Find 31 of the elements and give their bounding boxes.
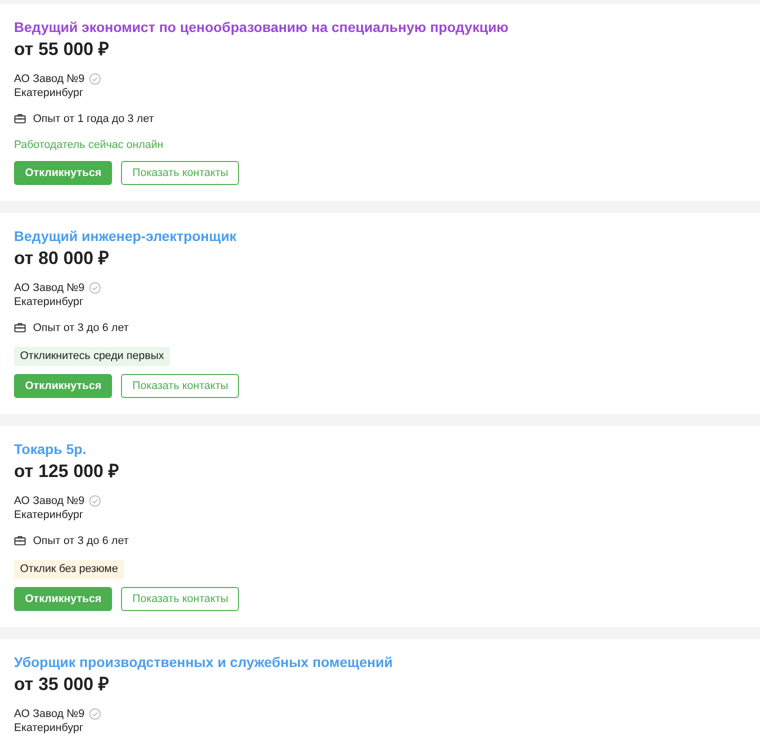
city: Екатеринбург	[14, 86, 84, 101]
vacancy-title-link[interactable]: Ведущий экономист по ценообразованию на специальную продукцию	[14, 18, 746, 36]
experience-text: Опыт от 3 до 6 лет	[33, 534, 129, 546]
city: Екатеринбург	[14, 721, 84, 736]
vacancy-title-link[interactable]: Токарь 5р.	[14, 440, 746, 458]
city: Екатеринбург	[14, 508, 84, 523]
show-contacts-button[interactable]: Показать контакты	[121, 587, 240, 611]
show-contacts-button[interactable]: Показать контакты	[121, 374, 240, 398]
online-status-text: Работодатель сейчас онлайн	[14, 138, 164, 153]
company-name[interactable]: АО Завод №9	[14, 282, 84, 294]
city: Екатеринбург	[14, 295, 84, 310]
respond-button[interactable]: Откликнуться	[14, 587, 112, 611]
experience-text: Опыт от 3 до 6 лет	[33, 322, 129, 334]
salary: от 80 000 ₽	[14, 247, 110, 270]
briefcase-icon	[14, 322, 26, 333]
salary: от 55 000 ₽	[14, 38, 110, 61]
respond-button[interactable]: Откликнуться	[14, 374, 112, 398]
company-name[interactable]: АО Завод №9	[14, 494, 84, 506]
show-contacts-button[interactable]: Показать контакты	[121, 161, 240, 185]
vacancy-title-link[interactable]: Ведущий инженер-электронщик	[14, 227, 746, 245]
briefcase-icon	[14, 535, 26, 546]
salary: от 35 000 ₽	[14, 673, 110, 696]
briefcase-icon	[14, 113, 26, 124]
company-name[interactable]: АО Завод №9	[14, 72, 84, 84]
vacancy-badge: Отклик без резюме	[14, 560, 124, 579]
respond-button[interactable]: Откликнуться	[14, 161, 112, 185]
salary: от 125 000 ₽	[14, 460, 120, 483]
experience-text: Опыт от 1 года до 3 лет	[33, 112, 154, 124]
vacancy-badge: Откликнитесь среди первых	[14, 347, 170, 366]
company-name[interactable]: АО Завод №9	[14, 708, 84, 720]
vacancy-title-link[interactable]: Уборщик производственных и служебных помещений	[14, 653, 746, 671]
